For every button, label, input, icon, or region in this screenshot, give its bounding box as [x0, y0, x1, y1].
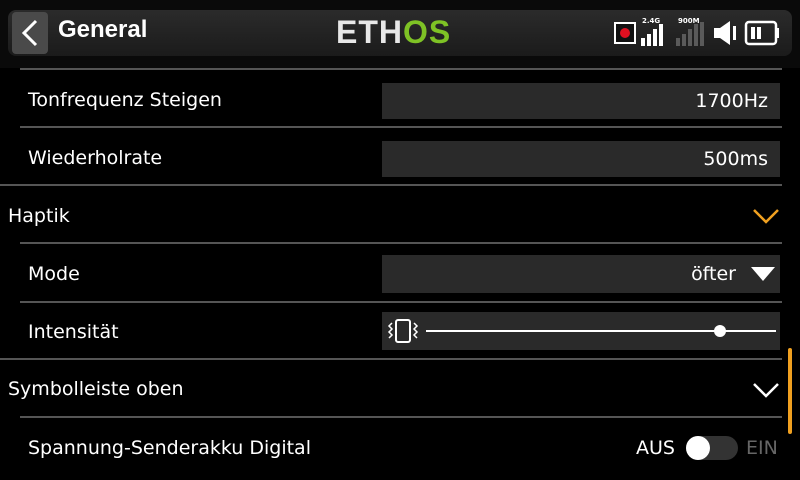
rx2-signal-icon: [676, 22, 704, 46]
ethos-logo: ETHOS: [336, 14, 452, 50]
scrollbar[interactable]: [788, 348, 792, 434]
divider: [20, 126, 782, 128]
vibration-icon: [387, 319, 419, 343]
tone-rise-label: Tonfrequenz Steigen: [28, 89, 222, 111]
back-button[interactable]: [12, 12, 48, 54]
repeat-rate-value: 500ms: [703, 148, 768, 170]
divider: [20, 416, 782, 418]
toolbar-section-header[interactable]: Symbolleiste oben: [0, 360, 800, 418]
chevron-down-icon: [753, 209, 779, 224]
haptic-section-header[interactable]: Haptik: [0, 186, 800, 246]
haptic-section-label: Haptik: [8, 205, 70, 227]
toggle-knob[interactable]: [686, 436, 710, 460]
speaker-icon: [714, 21, 736, 45]
tone-rise-value: 1700Hz: [695, 90, 768, 112]
page-title: General: [58, 16, 148, 43]
mode-label: Mode: [28, 263, 80, 285]
top-bar: General ETHOS 2.4G 900M: [0, 0, 800, 68]
repeat-rate-label: Wiederholrate: [28, 147, 163, 169]
toggle-track[interactable]: [686, 436, 738, 460]
tx-voltage-label: Spannung-Senderakku Digital: [28, 437, 311, 459]
divider: [20, 242, 782, 244]
tone-rise-field[interactable]: 1700Hz: [382, 83, 780, 119]
toggle-on-label: EIN: [746, 437, 778, 459]
chevron-left-icon: [21, 19, 38, 47]
repeat-rate-field[interactable]: 500ms: [382, 141, 780, 177]
mode-value: öfter: [691, 263, 736, 285]
toggle-off-label: AUS: [636, 437, 675, 459]
intensity-label: Intensität: [28, 321, 119, 343]
slider-knob[interactable]: [714, 325, 726, 337]
chevron-down-icon: [753, 383, 779, 398]
record-icon: [614, 22, 636, 44]
dropdown-arrow-icon: [751, 267, 775, 281]
battery-icon: [744, 20, 779, 46]
intensity-slider-field[interactable]: [382, 312, 780, 350]
rx1-signal-icon: [641, 22, 663, 46]
divider: [20, 301, 782, 303]
toolbar-section-label: Symbolleiste oben: [8, 378, 184, 400]
mode-dropdown[interactable]: öfter: [382, 255, 780, 293]
divider: [20, 68, 782, 70]
